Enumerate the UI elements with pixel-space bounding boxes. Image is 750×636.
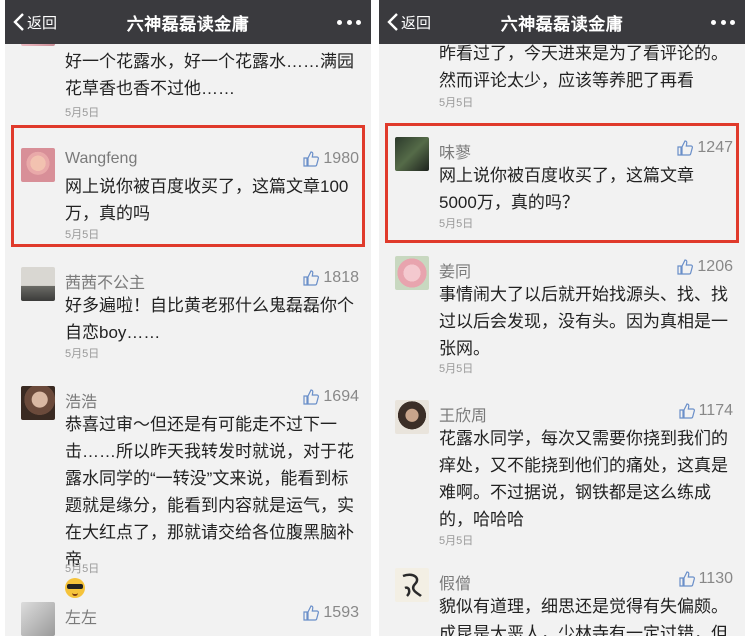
comment-list[interactable]: 好一个花露水，好一个花露水……满园花草香也香不过他…… 5月5日 Wangfen… <box>5 44 371 636</box>
comment-author[interactable]: 茜茜不公主 <box>65 269 145 293</box>
comment-item: 王欣周 1174 花露水同学，每次又需要你挠到我们的痒处，又不能挠到他们的痛处，… <box>379 400 745 550</box>
like-count: 1206 <box>697 258 733 275</box>
page-title: 六神磊磊读金庸 <box>126 14 250 34</box>
thumbs-up-icon <box>303 270 320 286</box>
back-button[interactable]: 返回 <box>13 0 57 44</box>
navbar: 返回 六神磊磊读金庸 <box>379 0 745 44</box>
thumbs-up-icon <box>678 571 695 587</box>
comment-text: 事情闹大了以后就开始找源头、找、找过以后会发现，没有头。因为真相是一张网。 <box>439 285 728 358</box>
thumbs-up-icon <box>303 605 320 621</box>
comment-text: 好一个花露水，好一个花露水……满园花草香也香不过他…… <box>65 52 354 98</box>
like-button[interactable]: 1593 <box>303 604 359 622</box>
like-button[interactable]: 1694 <box>303 388 359 406</box>
navbar: 返回 六神磊磊读金庸 <box>5 0 371 44</box>
highlight-box <box>11 125 365 247</box>
comment-text: 貌似有道理，细思还是觉得有失偏颇。成昆是大恶人，少林寺有一定过错，但 <box>439 597 728 636</box>
comment-date: 5月5日 <box>439 363 474 375</box>
back-label: 返回 <box>401 14 432 32</box>
like-count: 1130 <box>698 570 733 587</box>
comment-author[interactable]: 王欣周 <box>439 402 487 426</box>
more-dots-icon[interactable] <box>711 12 735 32</box>
like-count: 1694 <box>323 388 359 405</box>
comment-text-body: 恭喜过审～但还是有可能走不过下一击……所以昨天我转发时就说，对于花露水同学的“一… <box>65 415 354 569</box>
avatar[interactable] <box>395 256 429 290</box>
comment-date: 5月5日 <box>65 563 100 575</box>
right-screen: 返回 六神磊磊读金庸 昨看过了，今天进来是为了看评论的。然而评论太少，应该等养肥… <box>379 0 745 636</box>
comment-item: 浩浩 1694 恭喜过审～但还是有可能走不过下一击……所以昨天我转发时就说，对于… <box>5 386 371 598</box>
comment-item: 假僧 1130 貌似有道理，细思还是觉得有失偏颇。成昆是大恶人，少林寺有一定过错… <box>379 568 745 636</box>
comment-date: 5月5日 <box>65 107 100 119</box>
left-screen: 返回 六神磊磊读金庸 好一个花露水，好一个花露水……满园花草香也香不过他…… 5… <box>5 0 371 636</box>
comment-date: 5月5日 <box>65 348 100 360</box>
like-button[interactable]: 1818 <box>303 269 359 287</box>
back-button[interactable]: 返回 <box>387 0 431 44</box>
comment-date: 5月5日 <box>439 97 474 109</box>
like-count: 1593 <box>323 604 359 621</box>
avatar[interactable] <box>21 602 55 636</box>
like-button[interactable]: 1130 <box>678 570 733 588</box>
chevron-left-icon <box>387 13 398 31</box>
comment-author[interactable]: 浩浩 <box>65 388 97 412</box>
thumbs-up-icon <box>678 403 695 419</box>
page-title: 六神磊磊读金庸 <box>500 14 624 34</box>
comment-item: 好一个花露水，好一个花露水……满园花草香也香不过他…… 5月5日 <box>5 44 371 122</box>
comment-author[interactable]: 假僧 <box>439 570 471 594</box>
comment-item: 左左 1593 <box>5 602 371 636</box>
like-count: 1174 <box>698 402 733 419</box>
comment-item: 姜同 1206 事情闹大了以后就开始找源头、找、找过以后会发现，没有头。因为真相… <box>379 256 745 376</box>
back-label: 返回 <box>27 14 58 32</box>
avatar[interactable] <box>21 267 55 301</box>
comment-text: 昨看过了，今天进来是为了看评论的。然而评论太少，应该等养肥了再看 <box>439 44 728 90</box>
calligraphy-avatar-icon <box>402 573 422 597</box>
comment-item: 茜茜不公主 1818 好多遍啦！自比黄老邪什么鬼磊磊你个自恋boy…… 5月5日 <box>5 267 371 367</box>
avatar[interactable] <box>21 44 55 46</box>
comment-date: 5月5日 <box>439 535 474 547</box>
comment-list[interactable]: 昨看过了，今天进来是为了看评论的。然而评论太少，应该等养肥了再看 5月5日 味蓼… <box>379 44 745 636</box>
comment-text: 恭喜过审～但还是有可能走不过下一击……所以昨天我转发时就说，对于花露水同学的“一… <box>65 411 355 600</box>
chevron-left-icon <box>13 13 24 31</box>
like-button[interactable]: 1206 <box>677 258 733 276</box>
like-count: 1818 <box>323 269 359 286</box>
comment-item: 昨看过了，今天进来是为了看评论的。然而评论太少，应该等养肥了再看 5月5日 <box>379 44 745 110</box>
comment-text: 好多遍啦！自比黄老邪什么鬼磊磊你个自恋boy…… <box>65 296 354 342</box>
thumbs-up-icon <box>303 389 320 405</box>
comment-author[interactable]: 左左 <box>65 604 97 628</box>
sunglasses-emoji-icon <box>65 577 85 598</box>
highlight-box <box>385 123 739 243</box>
more-dots-icon[interactable] <box>337 12 361 32</box>
like-button[interactable]: 1174 <box>678 402 733 420</box>
avatar[interactable] <box>21 386 55 420</box>
comment-author[interactable]: 姜同 <box>439 258 471 282</box>
avatar[interactable] <box>395 400 429 434</box>
comment-text: 花露水同学，每次又需要你挠到我们的痒处，又不能挠到他们的痛处，这真是难啊。不过据… <box>439 429 728 529</box>
thumbs-up-icon <box>677 259 694 275</box>
avatar[interactable] <box>395 568 429 602</box>
